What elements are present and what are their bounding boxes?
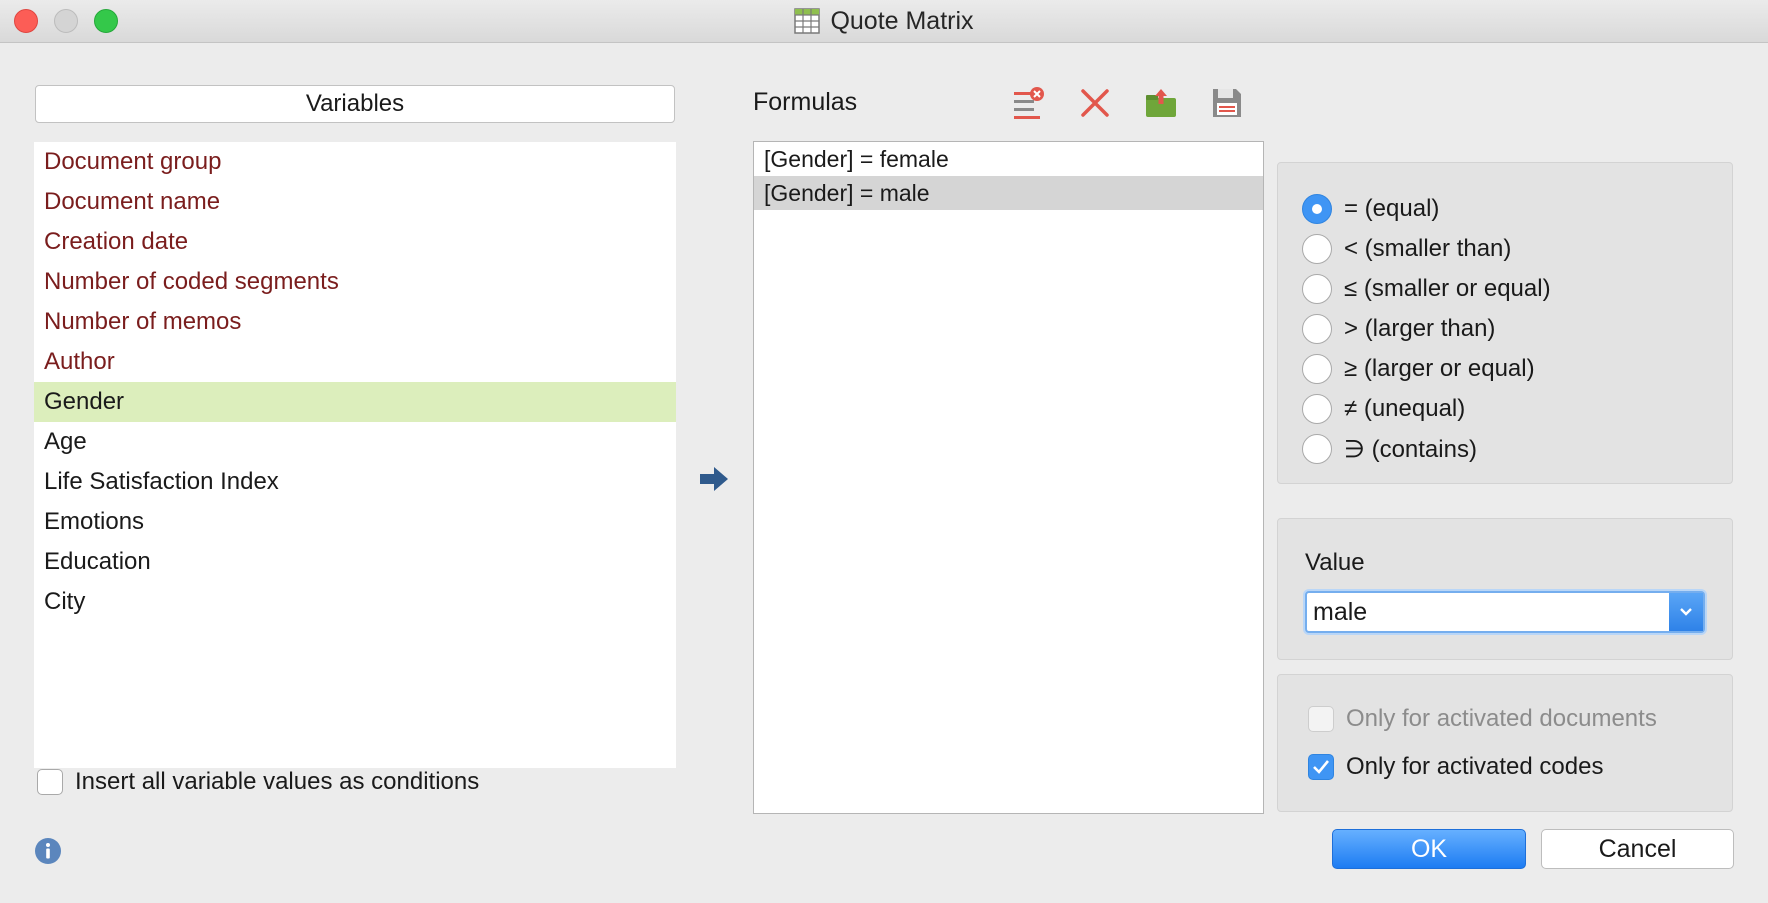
title-bar: Quote Matrix [0, 0, 1768, 43]
delete-icon[interactable] [1078, 86, 1112, 120]
add-to-formulas-arrow-icon[interactable] [698, 464, 730, 494]
operator-option[interactable]: = (equal) [1278, 189, 1732, 229]
formulas-list: [Gender] = female [Gender] = male [753, 141, 1264, 814]
formula-item[interactable]: [Gender] = female [754, 142, 1263, 176]
activated-codes-checkbox[interactable] [1308, 754, 1334, 780]
variable-item[interactable]: City [34, 582, 676, 622]
checkmark-icon [1313, 760, 1330, 774]
operator-label: ≤ (smaller or equal) [1344, 275, 1551, 302]
operator-label: > (larger than) [1344, 315, 1496, 342]
variable-item[interactable]: Document name [34, 182, 676, 222]
window-title: Quote Matrix [830, 6, 974, 35]
variable-item[interactable]: Gender [34, 382, 676, 422]
delete-all-icon[interactable] [1012, 86, 1046, 120]
value-panel: Value male [1277, 518, 1733, 660]
operator-option[interactable]: ≥ (larger or equal) [1278, 349, 1732, 389]
operator-option[interactable]: ∋ (contains) [1278, 429, 1732, 469]
insert-all-values-option[interactable]: Insert all variable values as conditions [37, 768, 479, 796]
operator-label: ≥ (larger or equal) [1344, 355, 1535, 382]
open-icon[interactable] [1144, 86, 1178, 120]
variable-item[interactable]: Document group [34, 142, 676, 182]
operator-option[interactable]: ≤ (smaller or equal) [1278, 269, 1732, 309]
cancel-button[interactable]: Cancel [1541, 829, 1734, 869]
operator-option[interactable]: > (larger than) [1278, 309, 1732, 349]
operator-panel: = (equal) < (smaller than) ≤ (smaller or e… [1277, 162, 1733, 484]
variable-item[interactable]: Creation date [34, 222, 676, 262]
operator-option[interactable]: < (smaller than) [1278, 229, 1732, 269]
options-panel: Only for activated documents Only for ac… [1277, 674, 1733, 812]
operator-radio[interactable] [1302, 274, 1332, 304]
insert-all-values-checkbox[interactable] [37, 769, 63, 795]
chevron-down-icon[interactable] [1669, 593, 1703, 631]
save-icon[interactable] [1210, 86, 1244, 120]
variable-item[interactable]: Author [34, 342, 676, 382]
variables-list: Document group Document name Creation date… [34, 142, 676, 768]
variable-item[interactable]: Life Satisfaction Index [34, 462, 676, 502]
value-select[interactable]: male [1305, 591, 1705, 633]
variable-item[interactable]: Age [34, 422, 676, 462]
formula-item[interactable]: [Gender] = male [754, 176, 1263, 210]
formulas-label: Formulas [753, 88, 858, 116]
operator-label: < (smaller than) [1344, 235, 1512, 262]
value-label: Value [1305, 549, 1365, 576]
operator-label: ≠ (unequal) [1344, 395, 1466, 422]
activated-documents-option: Only for activated documents [1308, 705, 1657, 733]
operator-radio[interactable] [1302, 234, 1332, 264]
variable-item[interactable]: Education [34, 542, 676, 582]
quote-matrix-dialog: Quote Matrix Variables Document group Doc… [0, 0, 1768, 903]
activated-codes-label: Only for activated codes [1346, 753, 1604, 780]
operator-radio[interactable] [1302, 354, 1332, 384]
operator-radio[interactable] [1302, 314, 1332, 344]
operator-radio[interactable] [1302, 434, 1332, 464]
activated-codes-option[interactable]: Only for activated codes [1308, 753, 1603, 781]
variable-item[interactable]: Number of memos [34, 302, 676, 342]
variable-item[interactable]: Number of coded segments [34, 262, 676, 302]
activated-documents-checkbox [1308, 706, 1334, 732]
ok-button[interactable]: OK [1332, 829, 1526, 869]
table-icon [794, 8, 821, 34]
insert-all-values-label: Insert all variable values as conditions [75, 768, 480, 795]
info-icon[interactable] [34, 837, 62, 865]
variables-header: Variables [35, 85, 675, 123]
operator-label: ∋ (contains) [1344, 435, 1477, 463]
activated-documents-label: Only for activated documents [1346, 705, 1657, 732]
value-select-text: male [1313, 598, 1368, 626]
operator-label: = (equal) [1344, 195, 1440, 222]
operator-option[interactable]: ≠ (unequal) [1278, 389, 1732, 429]
variable-item[interactable]: Emotions [34, 502, 676, 542]
operator-radio[interactable] [1302, 394, 1332, 424]
operator-radio[interactable] [1302, 194, 1332, 224]
